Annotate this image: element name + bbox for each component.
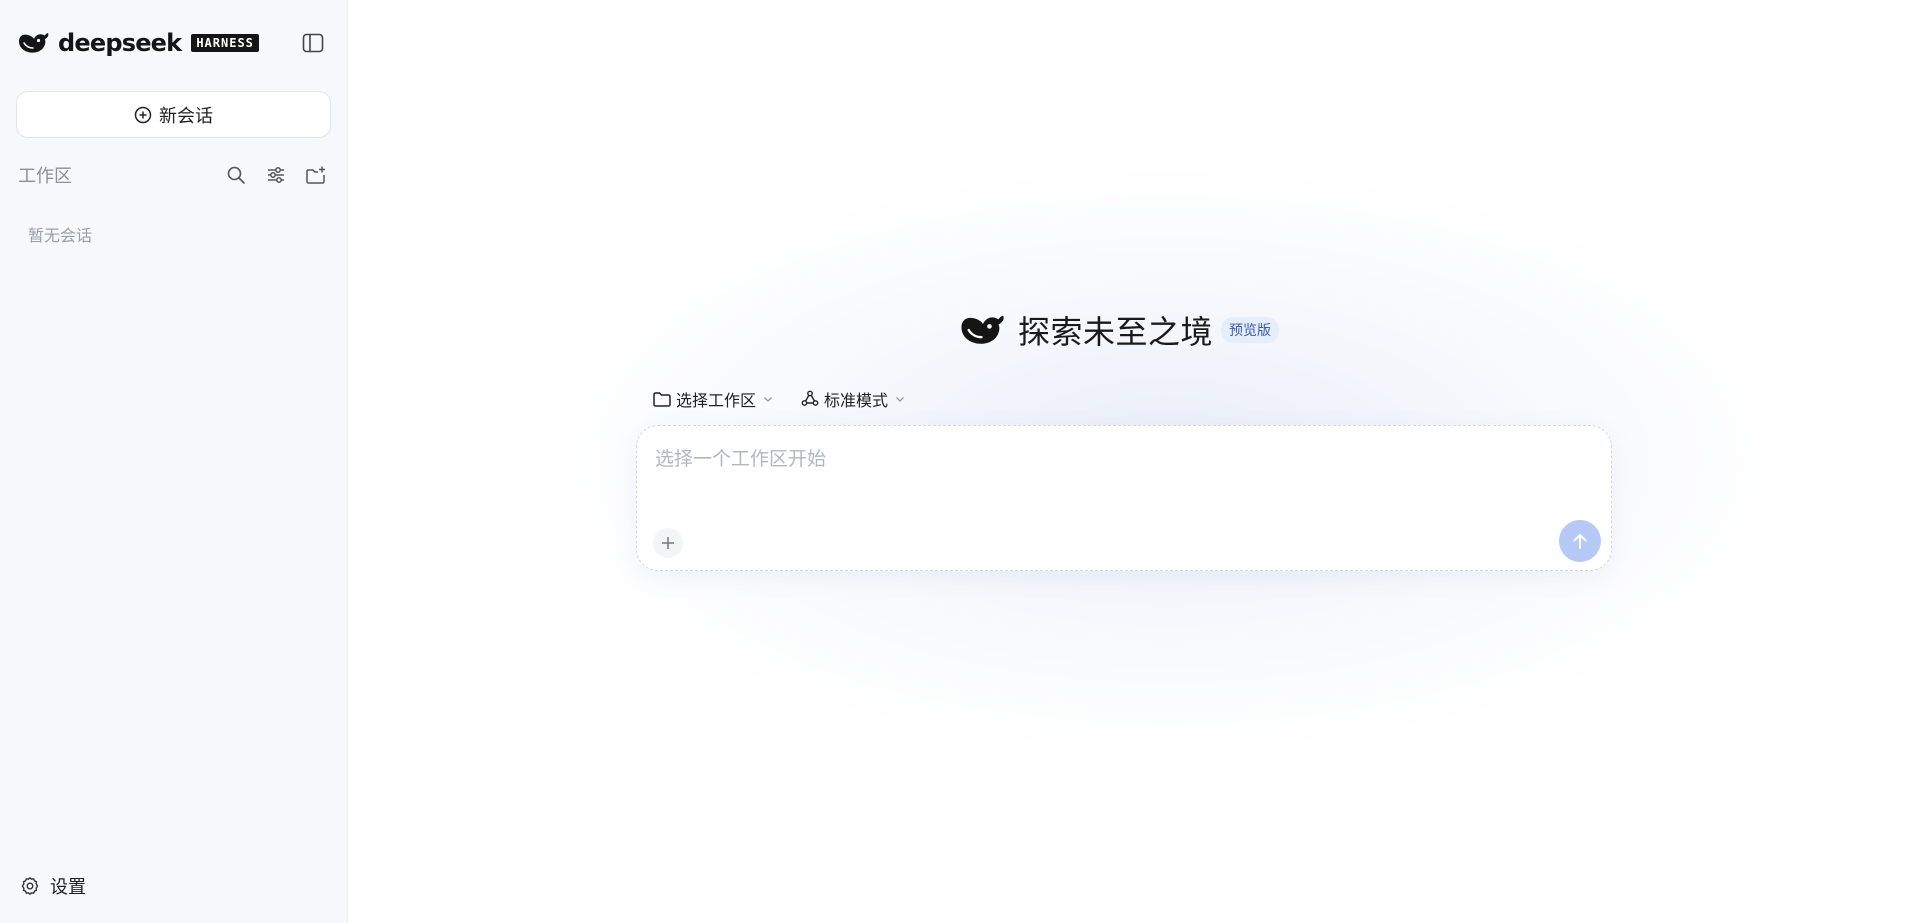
mode-selector[interactable]: 标准模式 bbox=[800, 387, 906, 411]
new-folder-icon bbox=[305, 165, 327, 185]
workspace-tools bbox=[225, 164, 327, 186]
sidebar-toggle-icon bbox=[302, 33, 324, 53]
new-workspace-button[interactable] bbox=[305, 164, 327, 186]
app-root: deepseek HARNESS 新会话 工作区 暂无会话 设置 探索未至之境 … bbox=[0, 0, 1910, 923]
gear-icon bbox=[20, 876, 40, 896]
mode-selector-label: 标准模式 bbox=[824, 391, 889, 410]
hero-title: 探索未至之境 bbox=[1018, 313, 1214, 351]
selector-row: 选择工作区 标准模式 bbox=[652, 386, 906, 412]
brand-badge: HARNESS bbox=[191, 34, 259, 52]
plus-icon bbox=[660, 535, 676, 551]
filter-button[interactable] bbox=[265, 164, 287, 186]
new-chat-label: 新会话 bbox=[159, 105, 213, 127]
search-icon bbox=[226, 165, 246, 185]
arrow-up-icon bbox=[1570, 531, 1590, 551]
main-area: 探索未至之境 预览版 选择工作区 标准模式 选择一个工作区开始 bbox=[348, 0, 1910, 923]
brand-row: deepseek HARNESS bbox=[18, 26, 329, 60]
whale-logo-icon bbox=[960, 310, 1006, 350]
mode-icon bbox=[800, 389, 820, 409]
workspace-selector-label: 选择工作区 bbox=[676, 391, 757, 410]
settings-label: 设置 bbox=[50, 877, 86, 898]
sliders-icon bbox=[266, 165, 286, 185]
whale-logo-icon bbox=[18, 29, 50, 57]
empty-conversations-text: 暂无会话 bbox=[28, 226, 93, 245]
hero-header: 探索未至之境 预览版 bbox=[960, 308, 1280, 352]
sidebar-toggle-button[interactable] bbox=[301, 32, 325, 54]
attach-button[interactable] bbox=[653, 528, 683, 558]
send-button[interactable] bbox=[1559, 520, 1601, 562]
chevron-down-icon bbox=[762, 393, 774, 405]
workspace-selector[interactable]: 选择工作区 bbox=[652, 387, 774, 411]
message-composer bbox=[636, 425, 1612, 571]
workspace-title: 工作区 bbox=[18, 166, 72, 187]
chevron-down-icon bbox=[894, 393, 906, 405]
plus-circle-icon bbox=[134, 106, 152, 124]
folder-icon bbox=[652, 389, 672, 409]
sidebar: deepseek HARNESS 新会话 工作区 暂无会话 设置 bbox=[0, 0, 348, 923]
search-button[interactable] bbox=[225, 164, 247, 186]
preview-badge: 预览版 bbox=[1221, 317, 1280, 343]
settings-button[interactable]: 设置 bbox=[20, 874, 86, 898]
workspace-header: 工作区 bbox=[18, 160, 327, 190]
brand-name: deepseek bbox=[58, 29, 182, 57]
new-chat-button[interactable]: 新会话 bbox=[16, 91, 331, 138]
message-input[interactable] bbox=[655, 444, 1555, 474]
